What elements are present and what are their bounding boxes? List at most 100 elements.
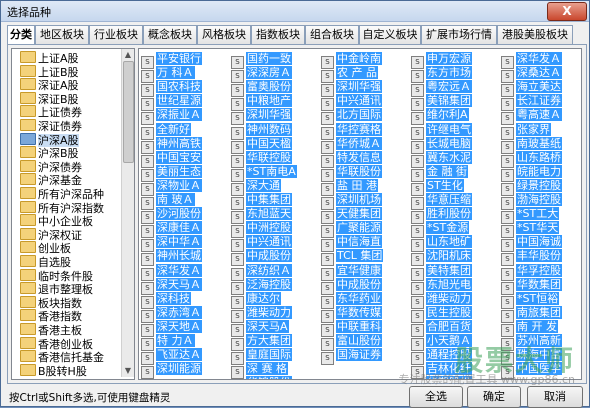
stock-name: 世纪星源 bbox=[156, 94, 202, 108]
stock-name: 飞亚达Ａ bbox=[156, 348, 202, 362]
stock-name: 粤高速Ａ bbox=[516, 108, 562, 122]
stock-name: 山东地矿 bbox=[426, 235, 472, 249]
folder-icon bbox=[20, 78, 36, 91]
folder-icon bbox=[20, 323, 36, 335]
select-all-button[interactable]: 全选 bbox=[409, 386, 463, 408]
stock-name: 深物业Ａ bbox=[156, 178, 202, 192]
tree-item[interactable]: B股转H股 bbox=[20, 363, 87, 379]
tab-7[interactable]: 自定义板块 bbox=[359, 25, 421, 44]
stock-name: 华联控股 bbox=[246, 150, 292, 164]
hint-text: 按Ctrl或Shift多选,可使用键盘精灵 bbox=[9, 392, 171, 404]
stock-item[interactable]: S华锦股份 bbox=[231, 375, 292, 379]
tab-1[interactable]: 地区板块 bbox=[35, 25, 89, 44]
stock-item[interactable]: S 深圳能源 bbox=[141, 361, 202, 379]
folder-icon bbox=[20, 64, 36, 77]
cancel-button[interactable]: 取消 bbox=[527, 386, 583, 408]
folder-icon bbox=[20, 132, 36, 145]
folder-icon bbox=[20, 187, 36, 199]
folder-icon bbox=[20, 91, 36, 104]
ok-button[interactable]: 确定 bbox=[467, 386, 521, 408]
close-button[interactable]: X bbox=[547, 2, 587, 21]
tab-5[interactable]: 指数板块 bbox=[251, 25, 305, 44]
stock-icon: S bbox=[141, 366, 154, 379]
stock-name: 深振业Ａ bbox=[156, 108, 202, 122]
dialog-window: 选择品种 X 分类 地区板块 行业板块 概念板块 风格板块 指数板块 组合板块 自定义板块 扩展… bbox=[0, 0, 590, 408]
stock-name: 方大集团 bbox=[246, 334, 292, 347]
tree-item-label: 上证B股 bbox=[38, 65, 79, 79]
stock-name: 神州数码 bbox=[246, 122, 292, 136]
stock-name: 深中华Ａ bbox=[156, 235, 202, 249]
folder-icon bbox=[20, 309, 36, 322]
tab-2[interactable]: 行业板块 bbox=[89, 25, 143, 44]
stock-name: 深大通 bbox=[246, 178, 281, 192]
stock-name: 深天马A bbox=[246, 319, 289, 333]
tab-9[interactable]: 港股美股板块 bbox=[497, 25, 573, 44]
tab-0[interactable]: 分类 bbox=[7, 25, 35, 45]
stock-name: 申万宏源 bbox=[426, 52, 472, 65]
stock-name: 潍柴动力 bbox=[246, 305, 292, 319]
tree-item-label: 香港主板 bbox=[38, 324, 82, 337]
stock-name: 广聚能源 bbox=[336, 221, 382, 235]
stock-name: 平安银行 bbox=[156, 52, 202, 65]
tab-3[interactable]: 概念板块 bbox=[143, 25, 197, 44]
tab-4[interactable]: 风格板块 bbox=[197, 25, 251, 44]
tree-item-label: 中小企业板 bbox=[38, 215, 93, 229]
stock-name: 宜华健康 bbox=[336, 263, 382, 277]
stock-name: 华联股份 bbox=[336, 164, 382, 178]
stock-name: 富山股份 bbox=[336, 334, 382, 347]
tree-item-label: 上证A股 bbox=[38, 52, 79, 65]
stock-name: 盐 田 港 bbox=[336, 178, 378, 192]
stock-name: 长江证券 bbox=[516, 94, 562, 108]
stock-name: 康达尔 bbox=[246, 291, 281, 305]
stock-name: 绿景控股 bbox=[516, 178, 562, 192]
folder-icon bbox=[20, 363, 36, 376]
tab-panel: ▲ ▼ 上证A股 上证B股 深证A股 深证B股 上证债券 深证债券 沪深A股 沪深B股 沪深债券… bbox=[7, 44, 587, 384]
scroll-thumb[interactable] bbox=[123, 61, 134, 163]
stock-name: 特发信息 bbox=[336, 150, 382, 164]
stock-name: 渤海控股 bbox=[516, 193, 562, 206]
tree-item-label: 创业板 bbox=[38, 242, 71, 256]
stock-name: 东旭光电 bbox=[426, 277, 472, 291]
stock-name: 美丽生态 bbox=[156, 164, 202, 178]
tab-6[interactable]: 组合板块 bbox=[305, 25, 359, 44]
scroll-up-arrow-icon[interactable]: ▲ bbox=[122, 49, 134, 61]
stock-name: 华孚控股 bbox=[516, 263, 562, 277]
stock-name: 南 玻Ａ bbox=[156, 193, 195, 206]
scroll-down-arrow-icon[interactable]: ▼ bbox=[122, 365, 134, 377]
tree-item-label: 深证A股 bbox=[38, 79, 79, 93]
tree-item-label: 沪深A股 bbox=[38, 133, 79, 147]
category-tree: ▲ ▼ 上证A股 上证B股 深证A股 深证B股 上证债券 深证债券 沪深A股 沪深B股 沪深债券… bbox=[11, 48, 135, 380]
stock-name: 神州高铁 bbox=[156, 136, 202, 150]
stock-name: 中信海直 bbox=[336, 235, 382, 249]
folder-icon bbox=[20, 200, 36, 213]
stock-name: 中成股份 bbox=[246, 249, 292, 263]
stock-name: 全新好 bbox=[156, 122, 191, 136]
folder-icon bbox=[20, 268, 36, 281]
stock-name: 维尔利A bbox=[426, 108, 469, 122]
stock-name: 华数集团 bbox=[516, 277, 562, 291]
stock-item[interactable]: S 国海证券 bbox=[321, 347, 382, 366]
stock-name: 深圳华强 bbox=[336, 80, 382, 94]
stock-name: 深华发Ａ bbox=[156, 263, 202, 277]
folder-icon bbox=[20, 105, 36, 118]
stock-name: 南玻基纸 bbox=[516, 136, 562, 150]
stock-name: 华锦股份 bbox=[246, 376, 292, 379]
stock-name: *ST华天 bbox=[516, 221, 560, 235]
stock-name: 泛海控股 bbox=[246, 277, 292, 291]
stock-icon: S bbox=[321, 352, 334, 366]
tree-scrollbar[interactable]: ▲ ▼ bbox=[121, 49, 134, 377]
stock-name: *ST恒裕 bbox=[516, 291, 560, 305]
tab-8[interactable]: 扩展市场行情 bbox=[421, 25, 497, 44]
stock-name: 沈阳机床 bbox=[426, 249, 472, 263]
stock-name: 冀东水泥 bbox=[426, 150, 472, 164]
stock-name: 海立美达 bbox=[516, 80, 562, 94]
stock-name: 张家界 bbox=[516, 122, 551, 136]
stock-name: 胜利股份 bbox=[426, 207, 472, 221]
folder-icon bbox=[20, 336, 36, 349]
stock-name: 东华药业 bbox=[336, 291, 382, 305]
tree-item-label: 所有沪深品种 bbox=[38, 188, 104, 201]
folder-icon bbox=[20, 146, 36, 159]
stock-name: 特 力Ａ bbox=[156, 334, 195, 347]
stock-name: 山东路桥 bbox=[516, 150, 562, 164]
stock-name: 中成股份 bbox=[336, 277, 382, 291]
